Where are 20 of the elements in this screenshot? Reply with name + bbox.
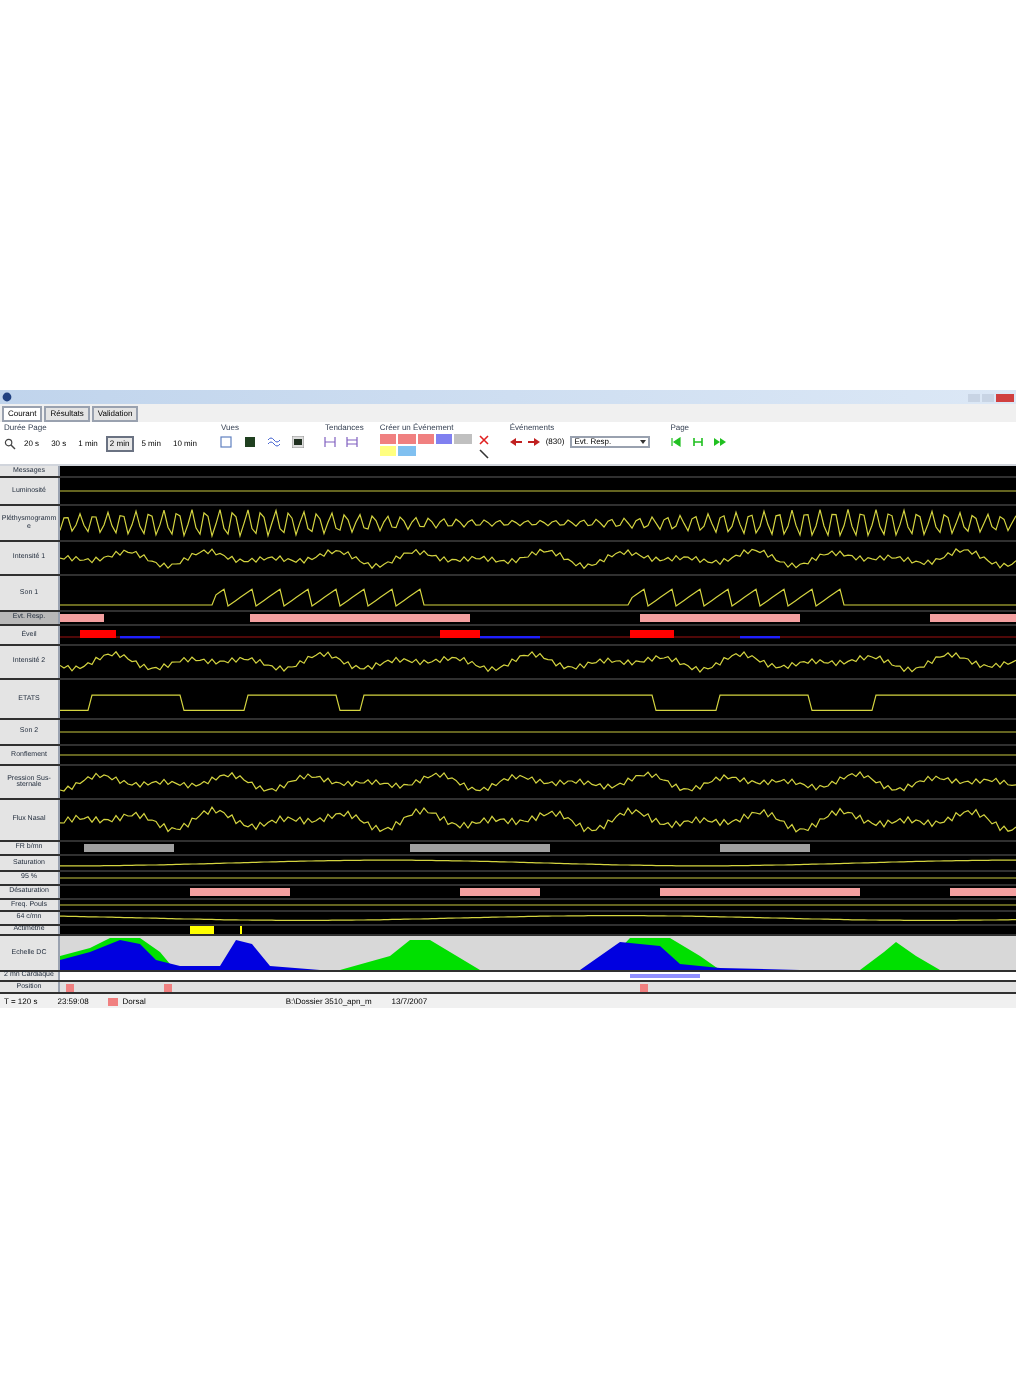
close-icon[interactable] bbox=[477, 434, 490, 446]
trend-icon[interactable] bbox=[346, 436, 359, 448]
previous-arrow-icon[interactable] bbox=[509, 436, 522, 448]
fast-forward-icon[interactable] bbox=[714, 436, 727, 448]
close-button[interactable] bbox=[996, 393, 1014, 401]
grid-view-icon[interactable] bbox=[292, 436, 305, 448]
next-page-icon[interactable] bbox=[692, 436, 705, 448]
search-icon[interactable] bbox=[4, 438, 16, 450]
event-type-button[interactable] bbox=[417, 434, 435, 444]
event-type-button[interactable] bbox=[436, 434, 453, 444]
wave-view-icon[interactable] bbox=[268, 436, 281, 448]
pen-icon[interactable] bbox=[477, 448, 490, 460]
event-type-button[interactable] bbox=[379, 434, 397, 444]
caret-icon bbox=[640, 440, 647, 444]
app-icon bbox=[2, 392, 12, 402]
dark-view-icon[interactable] bbox=[244, 436, 257, 448]
split-view-icon[interactable] bbox=[220, 436, 233, 448]
next-arrow-icon[interactable] bbox=[527, 436, 540, 448]
first-page-icon[interactable] bbox=[670, 436, 683, 448]
trend-icon[interactable] bbox=[324, 436, 337, 448]
